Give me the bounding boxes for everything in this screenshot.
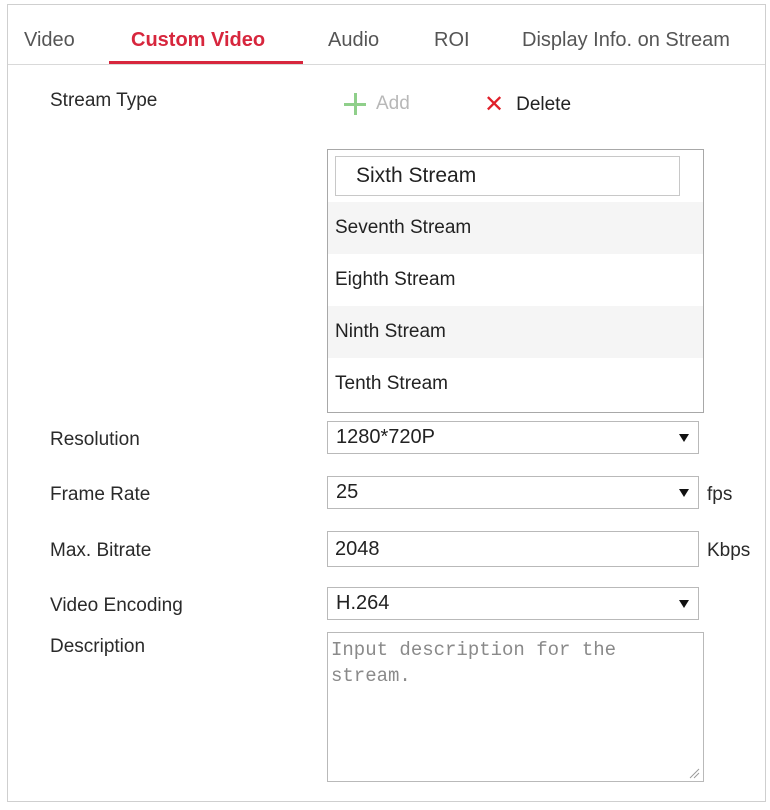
stream-list: Sixth Stream Seventh Stream Eighth Strea… bbox=[327, 149, 704, 413]
stream-list-item-selected[interactable]: Sixth Stream bbox=[328, 150, 703, 202]
description-label: Description bbox=[50, 636, 146, 657]
frame-rate-value: 25 bbox=[336, 481, 359, 503]
add-stream-label: Add bbox=[376, 93, 410, 114]
custom-video-panel: Video Custom Video Audio ROI Display Inf… bbox=[7, 4, 766, 802]
resolution-label: Resolution bbox=[50, 429, 140, 450]
resolution-select[interactable]: 1280*720P bbox=[327, 421, 699, 454]
max-bitrate-unit: Kbps bbox=[707, 540, 751, 561]
caret-down-icon bbox=[679, 434, 689, 442]
stream-name-edit-box[interactable]: Sixth Stream bbox=[335, 156, 680, 196]
video-encoding-value: H.264 bbox=[336, 592, 390, 614]
frame-rate-select[interactable]: 25 bbox=[327, 476, 699, 509]
frame-rate-label: Frame Rate bbox=[50, 484, 151, 505]
resolution-value: 1280*720P bbox=[336, 426, 435, 448]
active-tab-indicator bbox=[109, 61, 303, 64]
max-bitrate-input[interactable] bbox=[327, 531, 699, 567]
tab-roi[interactable]: ROI bbox=[434, 29, 470, 52]
tab-audio[interactable]: Audio bbox=[328, 29, 379, 52]
caret-down-icon bbox=[679, 489, 689, 497]
stream-list-item[interactable]: Ninth Stream bbox=[328, 306, 703, 358]
video-encoding-label: Video Encoding bbox=[50, 595, 183, 616]
add-stream-button[interactable]: Add bbox=[344, 93, 410, 115]
frame-rate-unit: fps bbox=[707, 484, 733, 505]
caret-down-icon bbox=[679, 600, 689, 608]
x-icon: ✕ bbox=[484, 91, 505, 118]
stream-list-item[interactable]: Tenth Stream bbox=[328, 358, 703, 410]
video-encoding-select[interactable]: H.264 bbox=[327, 587, 699, 620]
plus-icon bbox=[344, 93, 366, 115]
stream-type-label: Stream Type bbox=[50, 90, 158, 111]
tab-bar: Video Custom Video Audio ROI Display Inf… bbox=[8, 5, 765, 65]
max-bitrate-label: Max. Bitrate bbox=[50, 540, 152, 561]
stream-list-item[interactable]: Seventh Stream bbox=[328, 202, 703, 254]
tab-display-info-on-stream[interactable]: Display Info. on Stream bbox=[522, 29, 730, 52]
tab-custom-video[interactable]: Custom Video bbox=[131, 29, 265, 52]
delete-stream-button[interactable]: ✕ Delete bbox=[484, 93, 571, 117]
stream-list-item[interactable]: Eighth Stream bbox=[328, 254, 703, 306]
description-textarea[interactable] bbox=[327, 632, 704, 782]
delete-stream-label: Delete bbox=[516, 94, 572, 115]
tab-video[interactable]: Video bbox=[24, 29, 75, 52]
